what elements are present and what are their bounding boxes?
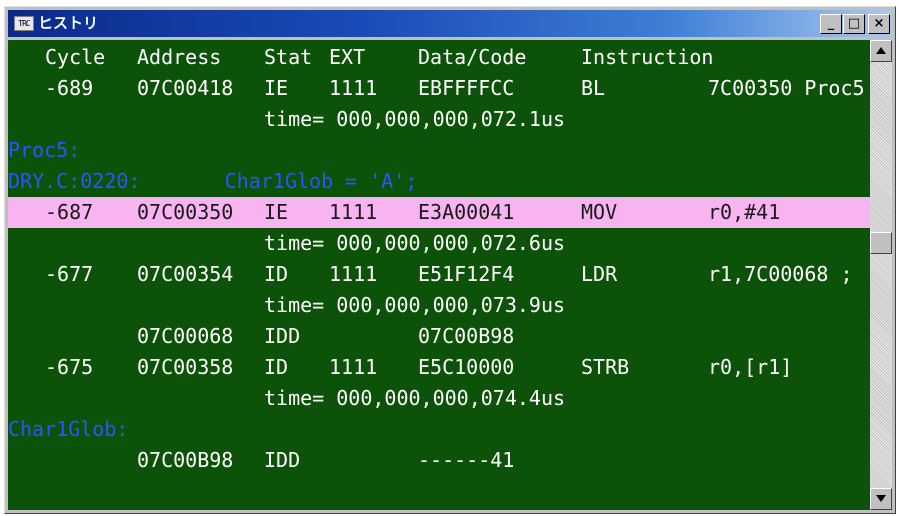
source-label-row[interactable]: Proc5: (8, 135, 872, 166)
source-label: Proc5: (8, 138, 81, 162)
time-row[interactable]: time= 000,000,000,072.1us (8, 104, 872, 135)
column-header-instruction: Instruction (581, 45, 714, 69)
cell-cycle: -689 (45, 76, 94, 100)
cell-address: 07C00B98 (137, 448, 234, 472)
trace-listing[interactable]: Cycle Address Stat EXT Data/Code Instruction -… (8, 40, 872, 510)
cell-stat: IE (264, 200, 289, 224)
title-bar[interactable]: TRC ヒストリ _ □ × (8, 10, 892, 37)
cell-mnemonic: BL (581, 76, 606, 100)
timestamp: time= 000,000,000,072.6us (264, 231, 566, 255)
trace-app-icon[interactable]: TRC (14, 16, 34, 31)
cell-address: 07C00418 (137, 76, 234, 100)
trace-row[interactable]: 07C00068 IDD 07C00B98 (8, 321, 872, 352)
arrow-up-icon (876, 47, 886, 54)
cell-ext: 1111 (329, 262, 378, 286)
cell-mnemonic: LDR (581, 262, 618, 286)
trace-row[interactable]: -675 07C00358 ID 1111 E5C10000 STRB r0,[r1] (8, 352, 872, 383)
cell-operands: r0,#41 (708, 200, 781, 224)
cell-ext: 1111 (329, 200, 378, 224)
cell-address: 07C00354 (137, 262, 234, 286)
trace-row-selected[interactable]: -687 07C00350 IE 1111 E3A00041 MOV r0,#41 (8, 197, 872, 228)
column-header-address: Address (137, 45, 222, 69)
trace-row[interactable]: -677 07C00354 ID 1111 E51F12F4 LDR r1,7C00068 … (8, 259, 872, 290)
cell-operands: r0,[r1] (708, 355, 793, 379)
cell-address: 07C00068 (137, 324, 234, 348)
column-header-stat: Stat (264, 45, 313, 69)
cell-cycle: -677 (45, 262, 94, 286)
cell-operands: 7C00350 Proc5 (708, 76, 865, 100)
cell-operands: r1,7C00068 ; (708, 262, 853, 286)
scroll-up-button[interactable] (870, 40, 892, 62)
cell-stat: IE (264, 76, 289, 100)
timestamp: time= 000,000,000,073.9us (264, 293, 566, 317)
close-button[interactable]: × (868, 14, 890, 34)
cell-stat: ID (264, 355, 289, 379)
cell-data: E3A00041 (418, 200, 515, 224)
arrow-down-icon (876, 495, 886, 502)
cell-stat: ID (264, 262, 289, 286)
trace-row[interactable]: -689 07C00418 IE 1111 EBFFFFCC BL 7C00350 Proc… (8, 73, 872, 104)
cell-data: EBFFFFCC (418, 76, 515, 100)
cell-ext: 1111 (329, 76, 378, 100)
history-window: TRC ヒストリ _ □ × Cycle Address Stat EXT Data/C… (4, 6, 896, 514)
window-title: ヒストリ (38, 14, 99, 32)
cell-cycle: -675 (45, 355, 94, 379)
timestamp: time= 000,000,000,074.4us (264, 386, 566, 410)
vertical-scrollbar[interactable] (870, 40, 892, 510)
cell-mnemonic: STRB (581, 355, 630, 379)
time-row[interactable]: time= 000,000,000,074.4us (8, 383, 872, 414)
source-label-row[interactable]: DRY.C:0220: Char1Glob = 'A'; (8, 166, 872, 197)
cell-cycle: -687 (45, 200, 94, 224)
timestamp: time= 000,000,000,072.1us (264, 107, 566, 131)
cell-data: 07C00B98 (418, 324, 515, 348)
column-header-row: Cycle Address Stat EXT Data/Code Instruction (8, 42, 872, 73)
cell-address: 07C00358 (137, 355, 234, 379)
column-header-data-code: Data/Code (418, 45, 527, 69)
column-header-cycle: Cycle (45, 45, 106, 69)
cell-data: E5C10000 (418, 355, 515, 379)
time-row[interactable]: time= 000,000,000,072.6us (8, 228, 872, 259)
minimize-button[interactable]: _ (820, 14, 842, 34)
cell-ext: 1111 (329, 355, 378, 379)
cell-stat: IDD (264, 448, 301, 472)
cell-mnemonic: MOV (581, 200, 618, 224)
cell-stat: IDD (264, 324, 301, 348)
cell-data: E51F12F4 (418, 262, 515, 286)
source-label: Char1Glob: (8, 417, 129, 441)
time-row[interactable]: time= 000,000,000,073.9us (8, 290, 872, 321)
scroll-down-button[interactable] (870, 488, 892, 510)
scroll-thumb[interactable] (870, 231, 892, 254)
column-header-ext: EXT (329, 45, 366, 69)
cell-data: ------41 (418, 448, 515, 472)
trace-row[interactable]: 07C00B98 IDD ------41 (8, 445, 872, 476)
maximize-button[interactable]: □ (843, 14, 865, 34)
cell-address: 07C00350 (137, 200, 234, 224)
source-label: DRY.C:0220: Char1Glob = 'A'; (8, 169, 418, 193)
source-label-row[interactable]: Char1Glob: (8, 414, 872, 445)
